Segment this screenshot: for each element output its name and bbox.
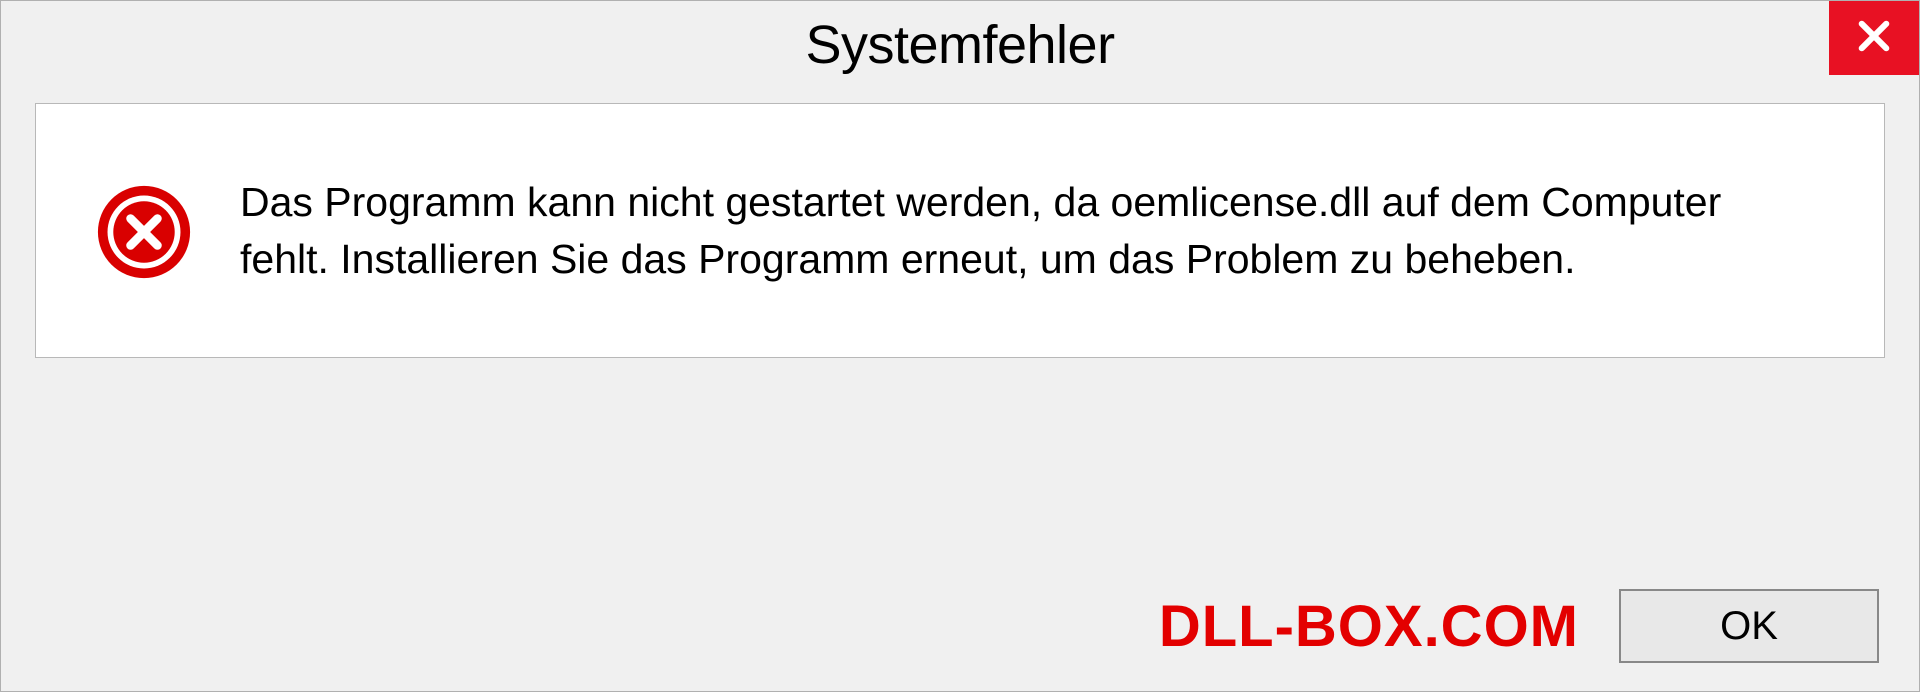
error-icon: [96, 184, 192, 280]
dialog-title: Systemfehler: [805, 14, 1114, 76]
content-area: Das Programm kann nicht gestartet werden…: [35, 103, 1885, 358]
ok-button[interactable]: OK: [1619, 589, 1879, 663]
close-icon: [1853, 15, 1895, 62]
dialog-footer: DLL-BOX.COM OK: [1, 561, 1919, 691]
error-dialog: Systemfehler Das Programm kann nicht ges…: [0, 0, 1920, 692]
close-button[interactable]: [1829, 1, 1919, 75]
watermark-text: DLL-BOX.COM: [1159, 593, 1579, 660]
error-message: Das Programm kann nicht gestartet werden…: [240, 174, 1800, 287]
titlebar: Systemfehler: [1, 1, 1919, 89]
